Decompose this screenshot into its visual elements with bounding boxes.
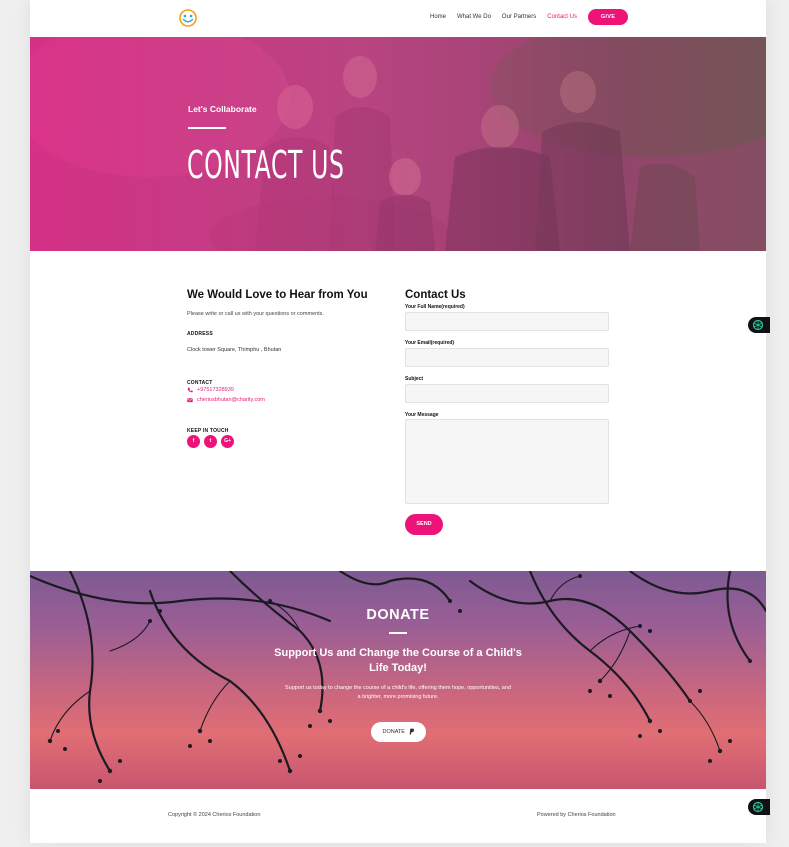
info-title: We Would Love to Hear from You: [187, 289, 368, 301]
page-title: CONTACT US: [187, 143, 345, 187]
email-address: cheriosbhutan@charity.com: [197, 397, 265, 403]
nav-what-we-do[interactable]: What We Do: [457, 12, 491, 22]
site-header: Home What We Do Our Partners Contact Us …: [30, 0, 766, 37]
donate-button[interactable]: DONATE: [371, 722, 426, 742]
smiley-logo-icon[interactable]: [178, 8, 198, 28]
message-textarea[interactable]: [405, 419, 609, 504]
email-input[interactable]: [405, 348, 609, 367]
google-plus-icon[interactable]: G+: [221, 435, 234, 448]
nav-home[interactable]: Home: [430, 12, 446, 22]
form-title: Contact Us: [405, 289, 466, 301]
address-text: Clock tower Square, Thimphu , Bhutan: [187, 347, 282, 353]
email-link[interactable]: cheriosbhutan@charity.com: [187, 397, 265, 403]
openai-icon: [752, 319, 764, 331]
footer-copyright: Copyright © 2024 Cherios Foundation: [168, 812, 261, 818]
nav-our-partners[interactable]: Our Partners: [502, 12, 536, 22]
donate-title: DONATE: [366, 607, 430, 623]
donate-button-label: DONATE: [382, 729, 405, 735]
donate-divider: [389, 632, 407, 634]
info-description: Please write or call us with your questi…: [187, 311, 324, 317]
facebook-icon[interactable]: f: [187, 435, 200, 448]
hero-divider: [188, 127, 226, 129]
donate-section: DONATE Support Us and Change the Course …: [30, 571, 766, 789]
hero-kicker: Let's Collaborate: [188, 104, 257, 114]
address-heading: ADDRESS: [187, 331, 213, 337]
phone-link[interactable]: +97517328939: [187, 387, 234, 393]
hero-banner: Let's Collaborate CONTACT US: [30, 37, 766, 251]
tree-branches-image: [30, 571, 766, 783]
donate-subtitle: Support Us and Change the Course of a Ch…: [274, 647, 522, 674]
openai-icon: [752, 801, 764, 813]
donate-description: Support us today to change the course of…: [285, 685, 511, 700]
main-nav: Home What We Do Our Partners Contact Us: [430, 12, 588, 22]
subject-input[interactable]: [405, 384, 609, 403]
phone-icon: [187, 387, 193, 393]
floating-widget-top[interactable]: [748, 317, 770, 333]
email-label: Your Email(required): [405, 340, 455, 346]
floating-widget-bottom[interactable]: [748, 799, 770, 815]
keep-in-touch-heading: KEEP IN TOUCH: [187, 428, 229, 434]
subject-label: Subject: [405, 376, 424, 382]
page: Home What We Do Our Partners Contact Us …: [30, 0, 766, 843]
phone-number: +97517328939: [197, 387, 234, 393]
send-button[interactable]: SEND: [405, 514, 443, 535]
full-name-input[interactable]: [405, 312, 609, 331]
give-button[interactable]: GIVE: [588, 9, 628, 25]
paypal-icon: [409, 728, 414, 735]
envelope-icon: [187, 397, 193, 403]
name-label: Your Full Name(required): [405, 304, 465, 310]
twitter-icon[interactable]: t: [204, 435, 217, 448]
hero-overlay: [30, 37, 766, 251]
message-label: Your Message: [405, 412, 439, 418]
nav-contact-us[interactable]: Contact Us: [547, 12, 577, 22]
footer-powered-by: Powered by Cherios Foundation: [537, 812, 616, 818]
contact-heading: CONTACT: [187, 380, 213, 386]
